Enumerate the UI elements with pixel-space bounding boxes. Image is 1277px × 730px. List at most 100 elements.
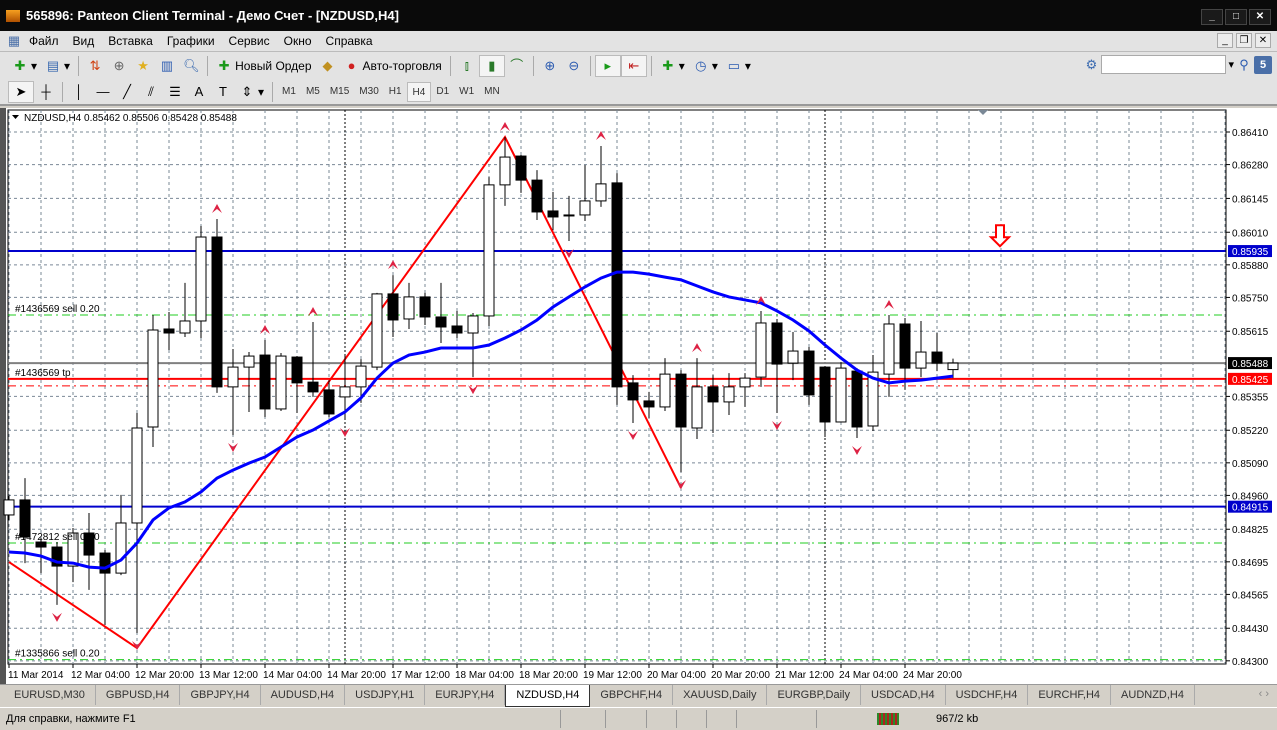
candle-body <box>99 552 111 574</box>
crosshair-icon: ┼ <box>41 83 51 99</box>
chart-tab[interactable]: AUDNZD,H4 <box>1111 685 1195 705</box>
price-label: 0.85425 <box>1232 375 1269 386</box>
horizontal-line-tool[interactable]: — <box>91 81 115 103</box>
line-chart-button[interactable]: ⌒ <box>505 55 529 77</box>
text-tool[interactable]: A <box>187 81 211 103</box>
chart-tab[interactable]: GBPJPY,H4 <box>180 685 261 705</box>
timeframe-d1[interactable]: D1 <box>431 82 454 102</box>
candle-body <box>563 214 575 217</box>
templates-button[interactable]: ▭ ▾ <box>722 55 755 77</box>
autoscroll-button[interactable]: ▸ <box>594 54 621 77</box>
candle-body <box>931 351 943 364</box>
menu-file[interactable]: Файл <box>22 34 66 48</box>
chart-tab[interactable]: EURCHF,H4 <box>1028 685 1112 705</box>
chart-tab[interactable]: NZDUSD,H4 <box>505 685 591 707</box>
chart-tab[interactable]: USDCHF,H4 <box>946 685 1029 705</box>
candle-body <box>643 400 655 408</box>
timeframe-w1[interactable]: W1 <box>454 82 479 102</box>
indicators-button[interactable]: ✚ ▾ <box>656 55 689 77</box>
arrows-tool[interactable]: ⇕ ▾ <box>235 81 268 103</box>
time-tick-label: 11 Mar 2014 <box>8 670 64 681</box>
timeframe-mn[interactable]: MN <box>479 82 505 102</box>
timeframe-m1[interactable]: M1 <box>277 82 301 102</box>
trendline-tool[interactable]: ╱ <box>115 81 139 103</box>
chart-tab[interactable]: USDJPY,H1 <box>345 685 426 705</box>
fibonacci-tool[interactable]: ☰ <box>163 81 187 103</box>
zoom-in-button[interactable]: ⊕ <box>538 55 562 77</box>
market-watch-button[interactable]: ⇅ <box>83 55 107 77</box>
crosshair-tool[interactable]: ┼ <box>34 81 58 103</box>
favorites-button[interactable]: ★ <box>131 55 155 77</box>
timeframe-h1[interactable]: H1 <box>384 82 407 102</box>
notifications-badge[interactable]: 5 <box>1254 55 1272 74</box>
chart-tab[interactable]: AUDUSD,H4 <box>261 685 346 705</box>
connection-bars-icon <box>877 713 899 725</box>
tab-scroll-arrows[interactable]: ‹ › <box>1259 688 1269 700</box>
cursor-icon: ➤ <box>15 83 27 99</box>
mdi-close-button[interactable]: ✕ <box>1255 33 1271 48</box>
time-tick-label: 12 Mar 20:00 <box>135 670 194 681</box>
timeframe-m15[interactable]: M15 <box>325 82 354 102</box>
menu-window[interactable]: Окно <box>277 34 319 48</box>
navigator-button[interactable]: ⊕ <box>107 55 131 77</box>
channel-icon: ⫽ <box>148 83 154 99</box>
time-tick-label: 17 Mar 12:00 <box>391 670 450 681</box>
timeframe-h4[interactable]: H4 <box>406 81 432 102</box>
menu-insert[interactable]: Вставка <box>101 34 160 48</box>
chart-tab[interactable]: EURJPY,H4 <box>425 685 506 705</box>
chart-shift-button[interactable]: ⇤ <box>620 54 647 77</box>
close-button[interactable]: ✕ <box>1249 9 1271 25</box>
candle-body <box>483 184 495 317</box>
candle-body <box>515 155 527 181</box>
text-label-tool[interactable]: T <box>211 81 235 103</box>
status-bar: Для справки, нажмите F1 967/2 kb <box>0 707 1277 730</box>
timeframe-m30[interactable]: M30 <box>354 82 383 102</box>
search-dropdown-icon[interactable]: ▾ <box>1228 58 1234 71</box>
vertical-line-tool[interactable]: │ <box>67 81 91 103</box>
price-chart[interactable]: NZDUSD,H4 0.85462 0.85506 0.85428 0.8548… <box>0 108 1277 684</box>
menu-tools[interactable]: Сервис <box>222 34 277 48</box>
profiles-button[interactable]: ▤ ▾ <box>41 55 74 77</box>
order-label: #1335866 sell 0.20 <box>15 649 100 660</box>
terminal-button[interactable]: ▥ <box>155 55 179 77</box>
chart-tab[interactable]: XAUUSD,Daily <box>673 685 768 705</box>
settings-gear-icon[interactable]: ⚙ <box>1083 57 1099 73</box>
bar-chart-button[interactable]: ⫾ <box>455 55 479 77</box>
mdi-restore-button[interactable]: ❐ <box>1236 33 1252 48</box>
search-input[interactable] <box>1101 55 1227 74</box>
chart-tab[interactable]: EURUSD,M30 <box>4 685 96 705</box>
candle-body <box>371 293 383 368</box>
chart-tab[interactable]: EURGBP,Daily <box>767 685 861 705</box>
minimize-button[interactable]: _ <box>1201 9 1223 25</box>
maximize-button[interactable]: □ <box>1225 9 1247 25</box>
candle-body <box>419 296 431 318</box>
menu-view[interactable]: Вид <box>66 34 102 48</box>
timeframe-m5[interactable]: M5 <box>301 82 325 102</box>
cursor-tool[interactable]: ➤ <box>8 80 34 103</box>
mdi-minimize-button[interactable]: _ <box>1217 33 1233 48</box>
new-order-button[interactable]: ✚ Новый Ордер <box>212 55 315 77</box>
chart-window-icon[interactable]: ▦ <box>6 33 22 49</box>
candlestick-button[interactable]: ▮ <box>478 54 505 77</box>
search-icon[interactable]: ⚲ <box>1236 57 1252 73</box>
chart-canvas[interactable]: NZDUSD,H4 0.85462 0.85506 0.85428 0.8548… <box>0 108 1277 684</box>
tester-button[interactable]: 🔍︎ <box>179 55 203 77</box>
equidistant-channel-tool[interactable]: ⫽ <box>139 81 163 103</box>
chart-tab[interactable]: GBPUSD,H4 <box>96 685 181 705</box>
periods-button[interactable]: ◷ ▾ <box>689 55 722 77</box>
autotrade-button[interactable]: ● Авто-торговля <box>340 55 446 77</box>
new-chart-button[interactable]: ✚ ▾ <box>8 55 41 77</box>
menu-charts[interactable]: Графики <box>160 34 222 48</box>
chart-tab[interactable]: USDCAD,H4 <box>861 685 946 705</box>
price-tick-label: 0.86410 <box>1232 128 1269 139</box>
candle-body <box>595 183 607 202</box>
candle-body <box>755 322 767 378</box>
zoom-out-button[interactable]: ⊖ <box>562 55 586 77</box>
chart-tab[interactable]: GBPCHF,H4 <box>590 685 674 705</box>
menu-help[interactable]: Справка <box>319 34 380 48</box>
price-tick-label: 0.85615 <box>1232 327 1269 338</box>
candle-body <box>195 236 207 322</box>
candle-body <box>3 499 15 516</box>
window-title: 565896: Panteon Client Terminal - Демо С… <box>26 8 399 23</box>
metaeditor-button[interactable]: ◆ <box>316 55 340 77</box>
